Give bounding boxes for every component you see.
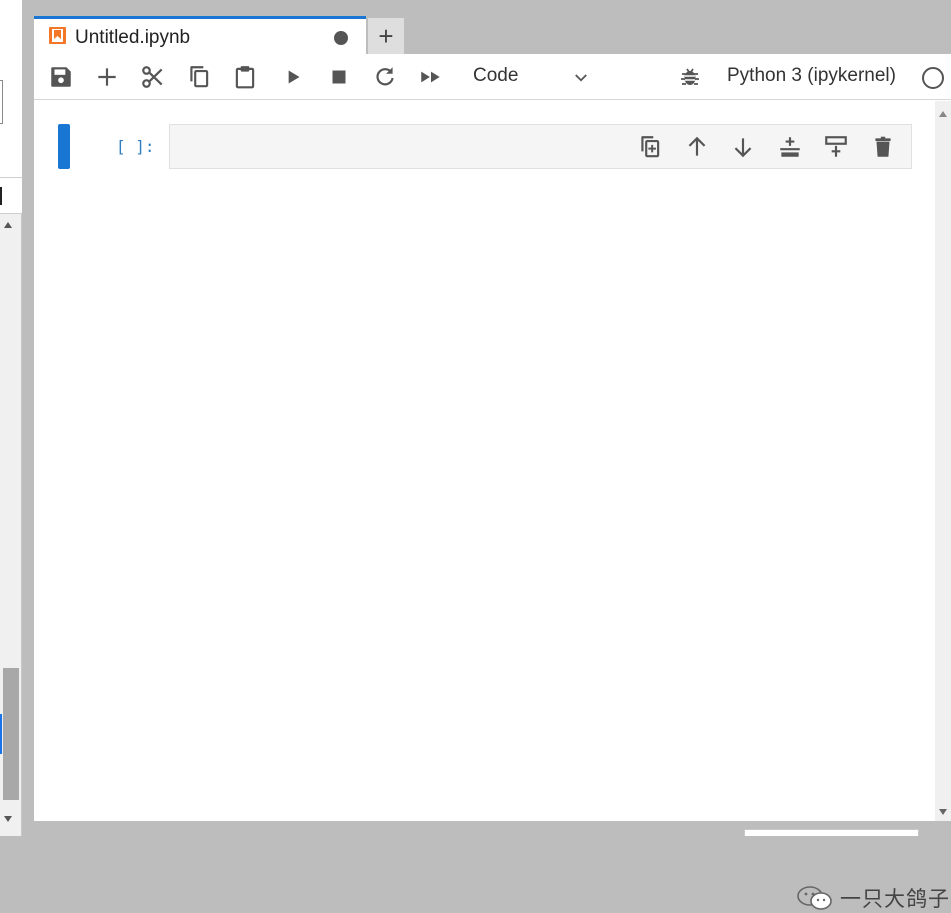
paste-button[interactable] bbox=[232, 64, 258, 90]
scissors-icon bbox=[142, 66, 163, 88]
kernel-status-icon bbox=[922, 67, 944, 89]
bug-icon[interactable] bbox=[678, 65, 702, 89]
wechat-icon bbox=[797, 886, 832, 910]
left-panel-row[interactable] bbox=[0, 178, 22, 214]
duplicate-cell-button[interactable] bbox=[637, 134, 663, 160]
move-up-icon bbox=[688, 136, 706, 156]
kernel-name[interactable]: Python 3 (ipykernel) bbox=[727, 65, 896, 87]
plus-icon bbox=[98, 68, 116, 86]
cell-editor[interactable] bbox=[169, 124, 912, 169]
new-tab-button[interactable]: + bbox=[368, 18, 404, 54]
left-scroll-down-arrow[interactable] bbox=[4, 816, 12, 822]
tab-bar: Untitled.ipynb + bbox=[34, 6, 951, 54]
scroll-down-arrow[interactable] bbox=[939, 809, 947, 815]
move-down-button[interactable] bbox=[730, 134, 756, 160]
status-bar-fragment bbox=[744, 829, 919, 836]
left-panel-input[interactable] bbox=[0, 80, 3, 124]
code-cell[interactable]: [ ]: bbox=[58, 123, 912, 169]
interrupt-button[interactable] bbox=[326, 64, 352, 90]
unsaved-changes-icon[interactable] bbox=[334, 31, 348, 45]
tab-title: Untitled.ipynb bbox=[75, 27, 191, 48]
restart-run-all-button[interactable] bbox=[418, 64, 444, 90]
paste-icon bbox=[235, 66, 255, 89]
cell-type-label: Code bbox=[473, 65, 519, 86]
notebook-icon bbox=[49, 27, 66, 44]
notebook-panel: Untitled.ipynb + Code Python 3 (ipykerne… bbox=[34, 6, 951, 911]
insert-above-icon bbox=[780, 137, 800, 157]
insert-cell-button[interactable] bbox=[94, 64, 120, 90]
run-button[interactable] bbox=[280, 64, 306, 90]
notebook-scrollbar[interactable] bbox=[935, 101, 951, 821]
restart-kernel-button[interactable] bbox=[372, 64, 398, 90]
move-up-button[interactable] bbox=[684, 134, 710, 160]
delete-cell-button[interactable] bbox=[870, 134, 896, 160]
left-focus-indicator bbox=[0, 714, 2, 754]
refresh-icon bbox=[376, 67, 394, 86]
copy-button[interactable] bbox=[186, 64, 212, 90]
cut-button[interactable] bbox=[140, 64, 166, 90]
fast-forward-icon bbox=[421, 71, 440, 83]
copy-icon bbox=[190, 66, 209, 88]
stop-icon bbox=[332, 70, 346, 84]
play-icon bbox=[288, 70, 300, 84]
left-panel-header bbox=[0, 0, 22, 178]
insert-below-icon bbox=[825, 136, 847, 157]
left-scrollbar-thumb[interactable] bbox=[3, 668, 19, 800]
input-prompt: [ ]: bbox=[116, 137, 155, 156]
insert-above-button[interactable] bbox=[777, 134, 803, 160]
chevron-down-icon bbox=[575, 74, 587, 82]
save-button[interactable] bbox=[48, 64, 74, 90]
notebook-toolbar: Code Python 3 (ipykernel) bbox=[34, 54, 951, 100]
move-down-icon bbox=[734, 138, 752, 158]
watermark-text: 一只大鸽子 bbox=[840, 888, 950, 911]
delete-icon bbox=[875, 136, 891, 157]
cell-collapser[interactable] bbox=[58, 124, 70, 169]
scroll-up-arrow[interactable] bbox=[939, 111, 947, 117]
duplicate-icon bbox=[641, 136, 660, 158]
insert-below-button[interactable] bbox=[823, 134, 849, 160]
tab-untitled-ipynb[interactable]: Untitled.ipynb bbox=[34, 16, 366, 54]
notebook-content: [ ]: 一只大鸽子 bbox=[34, 101, 949, 911]
cell-type-dropdown[interactable]: Code bbox=[464, 63, 594, 91]
left-scroll-up-arrow[interactable] bbox=[4, 222, 12, 228]
save-icon bbox=[51, 67, 71, 87]
left-sidebar-panel bbox=[0, 0, 22, 836]
